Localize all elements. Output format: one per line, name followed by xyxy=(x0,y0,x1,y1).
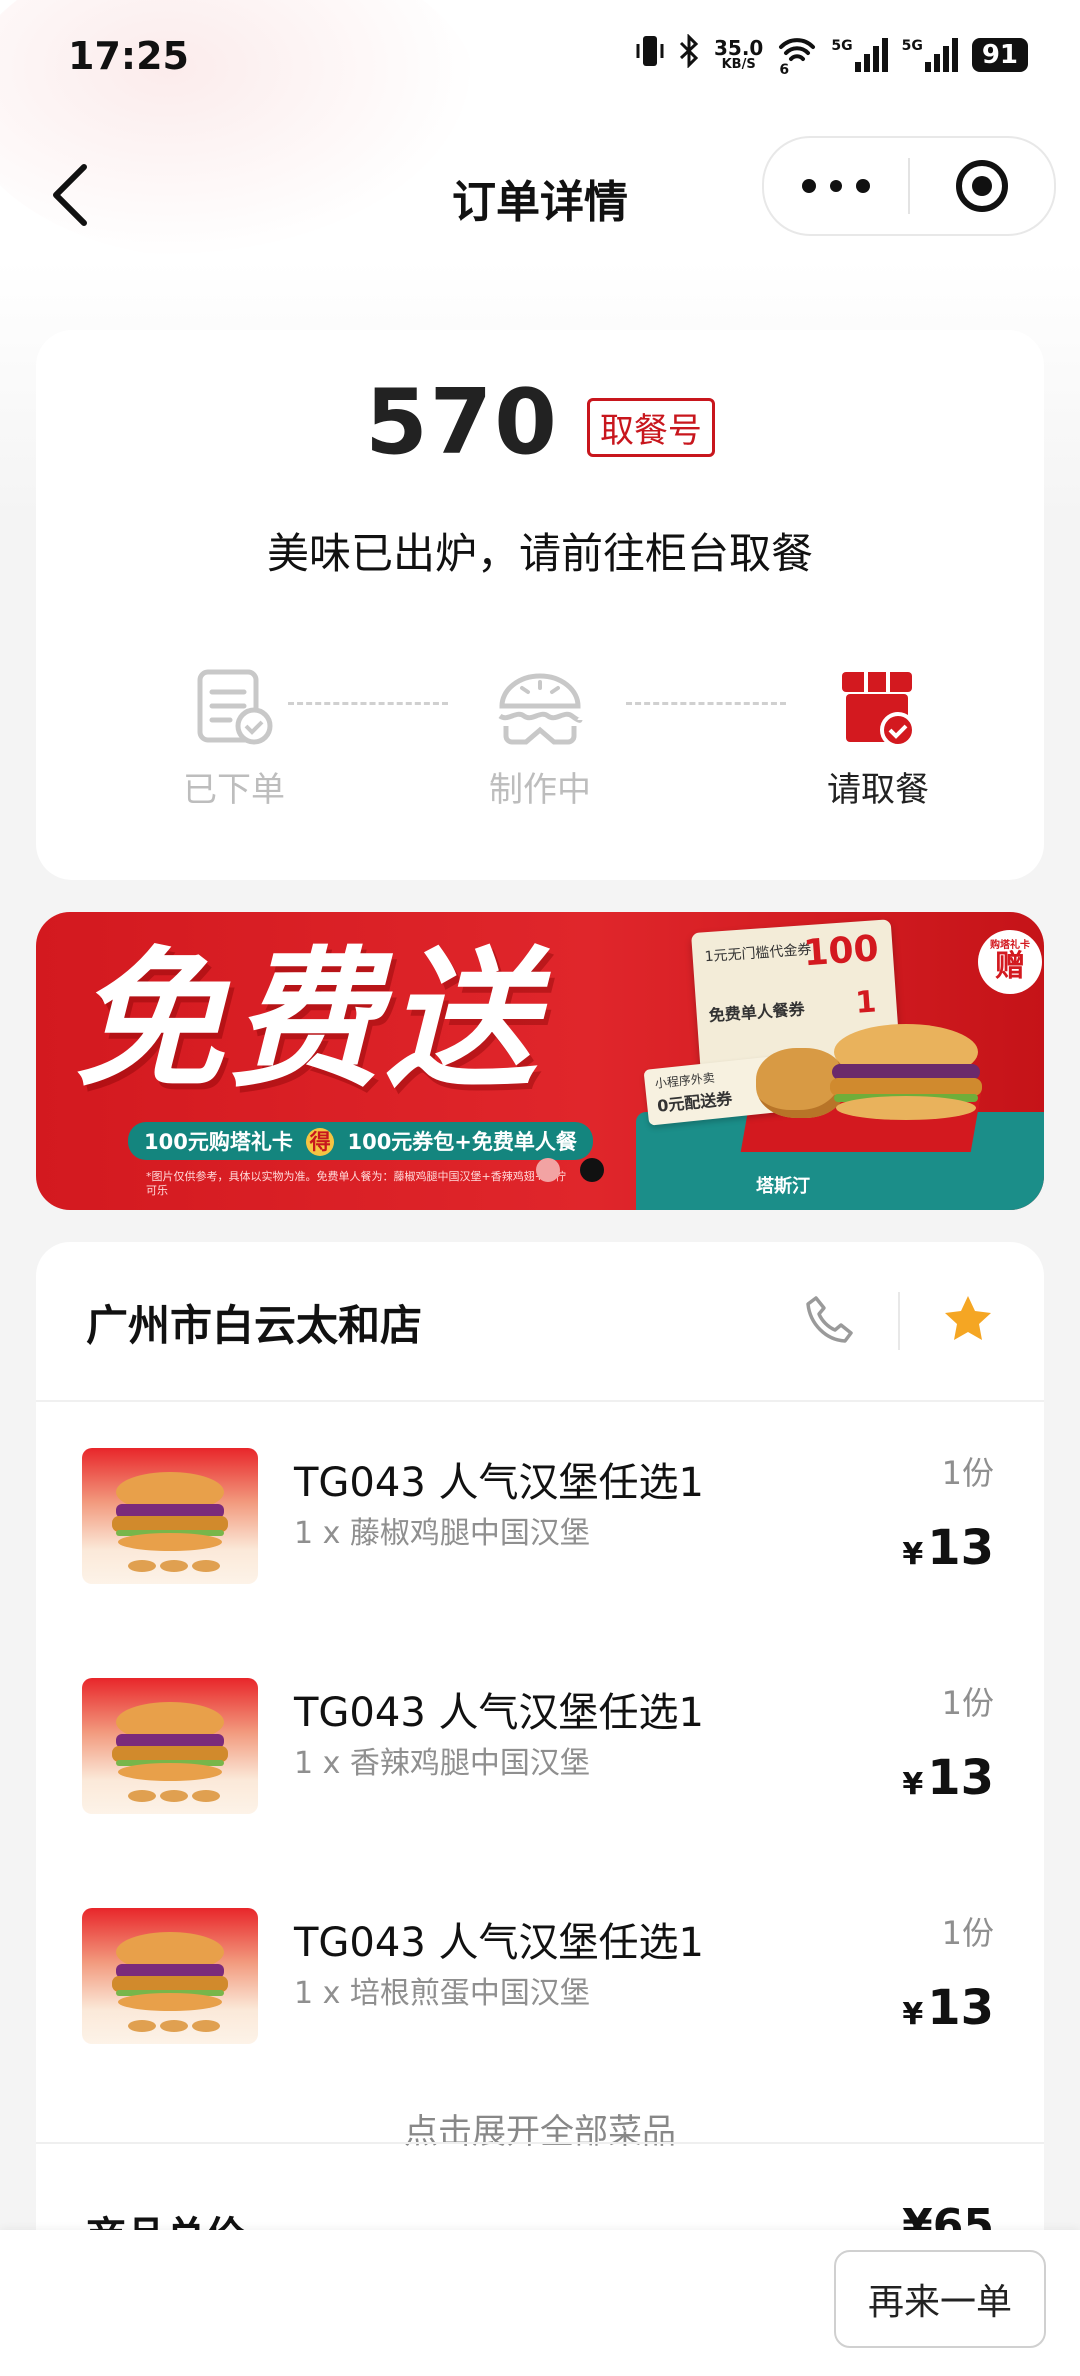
store-row: 广州市白云太和店 xyxy=(36,1242,1044,1402)
banner-subtitle: 100元购塔礼卡 得 100元券包+免费单人餐 xyxy=(128,1122,593,1160)
store-name: 广州市白云太和店 xyxy=(86,1301,423,1350)
banner-subtitle-mid: 得 xyxy=(306,1128,335,1156)
burger-image xyxy=(830,1024,982,1120)
signal-icon: 5G xyxy=(901,37,958,72)
item-desc: 1 x 香辣鸡腿中国汉堡 xyxy=(294,1746,590,1781)
nav-bar: 订单详情 xyxy=(0,130,1080,250)
more-icon xyxy=(802,179,870,193)
currency: ¥ xyxy=(902,1767,924,1802)
item-qty: 1份 xyxy=(941,1684,994,1722)
reorder-button[interactable]: 再来一单 xyxy=(834,2250,1046,2348)
step-label: 请取餐 xyxy=(827,770,929,810)
pickup-bag-icon xyxy=(778,660,978,756)
item-desc: 1 x 藤椒鸡腿中国汉堡 xyxy=(294,1516,590,1551)
coupon-1-title: 1元无门槛代金券 xyxy=(704,941,812,966)
order-items-card: 广州市白云太和店 TG043 人气汉堡任选1 1 x 藤椒鸡腿中国汉堡 1份 ¥… xyxy=(36,1242,1044,2260)
gift-box: 塔斯汀 xyxy=(636,1092,1044,1210)
status-icons: 35.0 KB/S 6 5G 5G 91 xyxy=(636,33,1028,78)
item-qty: 1份 xyxy=(941,1914,994,1952)
status-time: 17:25 xyxy=(68,34,189,78)
order-progress: 已下单 制作中 请取餐 xyxy=(36,660,1044,840)
signal-2-label: 5G xyxy=(901,37,923,54)
price-value: 13 xyxy=(927,1980,994,2036)
divider xyxy=(36,2142,1044,2144)
banner-subtitle-right: 100元券包+免费单人餐 xyxy=(347,1130,577,1154)
item-price: ¥13 xyxy=(902,1980,994,2036)
coupon-1-value: 100 xyxy=(802,928,880,975)
battery-icon: 91 xyxy=(971,37,1028,72)
miniapp-capsule xyxy=(762,136,1056,236)
pickup-row: 570 取餐号 xyxy=(36,370,1044,475)
close-miniapp-icon xyxy=(956,160,1008,212)
favorite-store-button[interactable] xyxy=(936,1288,1000,1352)
phone-icon xyxy=(806,1296,853,1343)
carousel-dot[interactable] xyxy=(536,1158,560,1182)
more-button[interactable] xyxy=(764,179,908,193)
item-name: TG043 人气汉堡任选1 xyxy=(294,1920,704,1966)
step-label: 制作中 xyxy=(489,770,591,810)
banner-title: 免费送 xyxy=(74,934,543,1108)
price-value: 13 xyxy=(927,1750,994,1806)
product-image xyxy=(82,1908,258,2044)
product-image xyxy=(82,1448,258,1584)
pickup-number: 570 xyxy=(365,370,559,475)
bottom-action-bar: 再来一单 xyxy=(0,2230,1080,2376)
order-item: TG043 人气汉堡任选1 1 x 培根煎蛋中国汉堡 1份 ¥13 xyxy=(36,1908,1044,2098)
net-speed: 35.0 KB/S xyxy=(714,38,763,72)
order-placed-icon xyxy=(134,660,334,756)
pickup-tag: 取餐号 xyxy=(586,398,715,457)
banner-brand: 塔斯汀 xyxy=(756,1176,810,1197)
carousel-dot-active[interactable] xyxy=(580,1158,604,1182)
store-divider xyxy=(898,1292,900,1350)
gift-badge-main: 赠 xyxy=(995,949,1025,984)
step-connector xyxy=(626,702,786,705)
call-store-button[interactable] xyxy=(800,1288,860,1352)
star-icon xyxy=(945,1296,991,1340)
status-bar: 17:25 35.0 KB/S 6 5G 5G 91 xyxy=(0,0,1080,110)
expand-all-items-link[interactable]: 点击展开全部菜品 xyxy=(36,2104,1044,2153)
order-item: TG043 人气汉堡任选1 1 x 藤椒鸡腿中国汉堡 1份 ¥13 xyxy=(36,1448,1044,1638)
net-speed-value: 35.0 xyxy=(713,35,764,60)
currency: ¥ xyxy=(902,1537,924,1572)
wifi-icon: 6 xyxy=(777,35,817,78)
signal-1-label: 5G xyxy=(831,37,853,54)
net-speed-unit: KB/S xyxy=(721,56,756,72)
order-item: TG043 人气汉堡任选1 1 x 香辣鸡腿中国汉堡 1份 ¥13 xyxy=(36,1678,1044,1868)
item-price: ¥13 xyxy=(902,1750,994,1806)
promo-banner[interactable]: 免费送 100元购塔礼卡 得 100元券包+免费单人餐 *图片仅供参考，具体以实… xyxy=(36,912,1044,1210)
item-qty: 1份 xyxy=(941,1454,994,1492)
burger-making-icon xyxy=(440,660,640,756)
step-ordered: 已下单 xyxy=(134,660,334,811)
banner-fine-print: *图片仅供参考，具体以实物为准。免费单人餐为：藤椒鸡腿中国汉堡+香辣鸡翅+冰柠可… xyxy=(146,1170,566,1197)
order-status-card: 570 取餐号 美味已出炉，请前往柜台取餐 已下单 制作中 请取餐 xyxy=(36,330,1044,880)
close-miniapp-button[interactable] xyxy=(910,158,1054,214)
step-pickup: 请取餐 xyxy=(778,660,978,811)
banner-illustration: 塔斯汀 1元无门槛代金券 100 免费单人餐券 1 小程序外卖 0元配送券 购塔… xyxy=(616,912,1044,1210)
item-price: ¥13 xyxy=(902,1520,994,1576)
bluetooth-icon xyxy=(678,33,700,75)
vibrate-icon xyxy=(636,34,664,75)
coupon-2-value: 1 xyxy=(854,984,878,1021)
gift-badge: 购塔礼卡 赠 xyxy=(978,930,1042,994)
step-making: 制作中 xyxy=(440,660,640,811)
coupon-2-title: 免费单人餐券 xyxy=(708,999,806,1026)
status-message: 美味已出炉，请前往柜台取餐 xyxy=(266,529,813,578)
item-name: TG043 人气汉堡任选1 xyxy=(294,1690,704,1736)
price-value: 13 xyxy=(927,1520,994,1576)
banner-subtitle-left: 100元购塔礼卡 xyxy=(144,1130,293,1154)
currency: ¥ xyxy=(902,1997,924,2032)
wifi-sub-label: 6 xyxy=(779,62,790,78)
step-label: 已下单 xyxy=(183,770,285,810)
item-name: TG043 人气汉堡任选1 xyxy=(294,1460,704,1506)
signal-icon: 5G xyxy=(831,37,888,72)
item-desc: 1 x 培根煎蛋中国汉堡 xyxy=(294,1976,590,2011)
product-image xyxy=(82,1678,258,1814)
step-connector xyxy=(288,702,448,705)
